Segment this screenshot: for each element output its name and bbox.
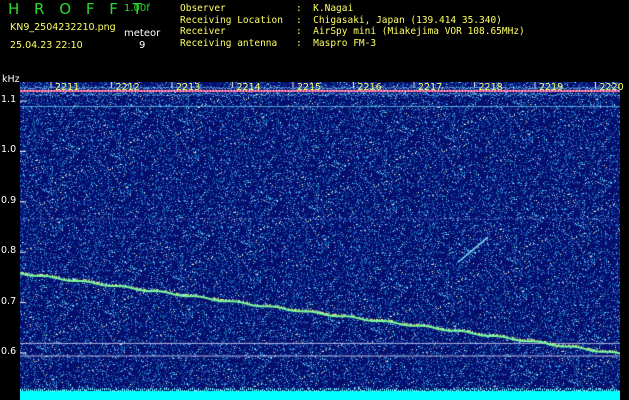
info-value: : AirSpy mini (Miakejima VOR 108.65MHz) (296, 26, 525, 37)
info-row-location: Receiving Location : Chigasaki, Japan (1… (180, 15, 525, 27)
x-tick-label: 2213 (176, 82, 201, 93)
x-tick-label: 2216 (357, 82, 382, 93)
info-row-antenna: Receiving antenna : Maspro FM-3 (180, 38, 525, 50)
info-key: Observer (180, 3, 226, 14)
info-value: : Maspro FM-3 (296, 37, 377, 49)
x-tick-label: 2219 (539, 82, 564, 93)
x-tick-label: 2218 (478, 82, 503, 93)
info-row-receiver: Receiver : AirSpy mini (Miakejima VOR 10… (180, 26, 525, 38)
meteor-count: 9 (139, 40, 146, 51)
observation-info: Observer : K.Nagai Receiving Location : … (180, 3, 525, 49)
meteor-label: meteor (124, 28, 161, 39)
info-key: Receiving Location (180, 14, 283, 26)
y-unit-label: kHz (2, 74, 20, 85)
spectrogram-plot (20, 82, 620, 400)
x-tick-label: 2215 (297, 82, 322, 93)
x-tick-label: 2211 (55, 82, 80, 93)
info-key: Receiving antenna (180, 37, 278, 49)
y-tick-label: 1.0 (1, 144, 17, 156)
y-tick-label: 1.1 (1, 94, 17, 105)
info-value: : Chigasaki, Japan (139.414 35.340) (296, 14, 502, 26)
info-row-observer: Observer : K.Nagai (180, 3, 525, 15)
x-tick-label: 2217 (418, 82, 443, 93)
info-key: Receiver (180, 26, 226, 37)
file-name: KN9_2504232210.png (10, 22, 116, 33)
x-tick-label: 2214 (236, 82, 261, 93)
y-tick-label: 0.7 (1, 295, 17, 307)
x-tick-label: 2220 (599, 82, 624, 93)
y-tick-label: 0.6 (1, 346, 17, 357)
x-tick-label: 2212 (115, 82, 140, 93)
y-tick-label: 0.8 (1, 245, 17, 257)
version-label: 1.00f (124, 3, 150, 14)
info-value: : K.Nagai (296, 3, 354, 14)
y-tick-label: 0.9 (1, 194, 17, 206)
timestamp: 25.04.23 22:10 (10, 40, 83, 51)
